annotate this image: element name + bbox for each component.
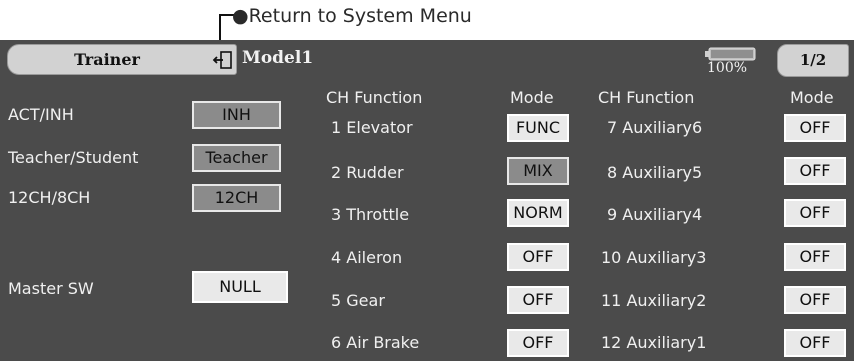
channel-label: 5 Gear [331, 291, 385, 310]
channel-label: 6 Air Brake [331, 333, 420, 352]
channel-mode-button[interactable]: MIX [507, 157, 569, 185]
channel-mode-button[interactable]: OFF [784, 157, 846, 185]
teacher-student-label: Teacher/Student [8, 148, 139, 167]
channel-mode-button[interactable]: FUNC [507, 114, 569, 142]
channel-label: 1 Elevator [331, 118, 413, 137]
return-door-icon[interactable] [212, 49, 234, 71]
channel-mode-button[interactable]: NORM [507, 199, 569, 227]
battery-percent: 100% [707, 60, 748, 76]
page-button[interactable]: 1/2 [777, 44, 849, 77]
channel-mode-button[interactable]: OFF [784, 243, 846, 271]
channel-mode-button[interactable]: OFF [784, 114, 846, 142]
column-header-ch-function: CH Function [326, 88, 423, 107]
channel-label: 8 Auxiliary5 [607, 163, 703, 182]
act-inh-button[interactable]: INH [192, 101, 281, 129]
channel-label: 4 Aileron [331, 248, 403, 267]
ch-mode-label: 12CH/8CH [8, 188, 91, 207]
channel-label: 9 Auxiliary4 [607, 205, 703, 224]
ch-mode-button[interactable]: 12CH [192, 184, 281, 212]
channel-label: 2 Rudder [331, 163, 404, 182]
channel-mode-button[interactable]: OFF [507, 243, 569, 271]
channel-mode-button[interactable]: OFF [507, 329, 569, 357]
page-title: Trainer [74, 50, 140, 69]
act-inh-label: ACT/INH [8, 105, 74, 124]
battery-icon [705, 47, 756, 61]
model-name: Model1 [242, 48, 314, 68]
channel-mode-button[interactable]: OFF [784, 329, 846, 357]
channel-mode-button[interactable]: OFF [507, 286, 569, 314]
column-header-mode: Mode [790, 88, 834, 107]
teacher-student-button[interactable]: Teacher [192, 144, 281, 172]
channel-label: 12 Auxiliary1 [601, 333, 707, 352]
column-header-mode: Mode [510, 88, 554, 107]
channel-mode-button[interactable]: OFF [784, 286, 846, 314]
channel-mode-button[interactable]: OFF [784, 199, 846, 227]
lcd-screen [0, 40, 854, 361]
channel-label: 11 Auxiliary2 [601, 291, 707, 310]
master-sw-button[interactable]: NULL [192, 271, 288, 303]
master-sw-label: Master SW [8, 279, 94, 298]
channel-label: 3 Throttle [331, 205, 410, 224]
callout-annotation: ●Return to System Menu [232, 5, 472, 27]
channel-label: 7 Auxiliary6 [607, 118, 703, 137]
channel-label: 10 Auxiliary3 [601, 248, 707, 267]
column-header-ch-function: CH Function [598, 88, 695, 107]
